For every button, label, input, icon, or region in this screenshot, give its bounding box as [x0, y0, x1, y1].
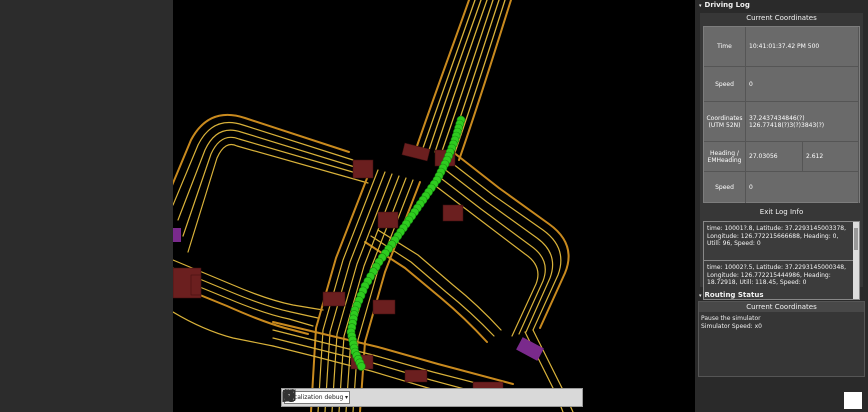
simulator-app: Localization debug ▾ ▾ Driving Log Curre… — [0, 0, 868, 412]
car-follow-button[interactable] — [283, 390, 410, 405]
routing-line: Simulator Speed: x0 — [701, 323, 762, 330]
map-view[interactable]: Localization debug ▾ — [173, 0, 695, 412]
state-key: Heading / EMHeading — [704, 142, 746, 172]
state-key: Speed — [704, 172, 746, 203]
collapse-arrow-icon: ▾ — [699, 293, 702, 299]
current-coordinates-title: Current Coordinates — [746, 14, 817, 22]
step-back-button[interactable] — [284, 389, 450, 405]
state-table: Time 10:41:01:37.42 PM 500 Speed 0 Coord… — [703, 26, 860, 203]
location-icon — [283, 390, 295, 401]
routing-status-text: Pause the simulator Simulator Speed: x0 — [699, 312, 864, 334]
right-panel: ▾ Driving Log Current Coordinates Time 10… — [695, 0, 868, 412]
routing-status-panel: Current Coordinates Pause the simulator … — [698, 301, 865, 377]
driving-log-header[interactable]: ▾ Driving Log — [695, 0, 868, 10]
left-gutter — [0, 0, 173, 412]
state-row-coordinates: Coordinates (UTM 52N) 37.2437434846(?) 1… — [704, 102, 859, 142]
state-row-time: Time 10:41:01:37.42 PM 500 — [704, 27, 859, 67]
state-value: 0 — [746, 172, 859, 203]
state-value: 0 — [746, 67, 859, 102]
state-value-group: 37.2437434846(?) 126.77418(?)3(?)3843(?) — [746, 102, 859, 142]
state-value-2: 2.612 — [803, 142, 859, 172]
state-row-heading: Heading / EMHeading 27.03056 2.612 — [704, 142, 859, 172]
corner-widget[interactable] — [844, 392, 862, 409]
driving-log-panel: Current Coordinates Time 10:41:01:37.42 … — [700, 13, 863, 300]
state-value: 37.2437434846(?) — [749, 114, 805, 122]
state-value: 10:41:01:37.42 PM 500 — [746, 27, 859, 67]
state-row-speed: Speed 0 — [704, 67, 859, 102]
state-key: Coordinates (UTM 52N) — [704, 102, 746, 142]
map-canvas[interactable] — [173, 0, 695, 412]
crosswalks — [173, 142, 504, 401]
routing-coordinates-title: Current Coordinates — [699, 302, 864, 312]
map-layer-button[interactable] — [283, 390, 530, 405]
scrollbar-thumb[interactable] — [854, 228, 858, 250]
map-button[interactable] — [282, 389, 370, 405]
state-value: 27.03056 — [746, 142, 803, 172]
pause-button[interactable] — [284, 389, 510, 405]
routing-status-header[interactable]: ▾ Routing Status — [695, 290, 868, 300]
exit-log-item: time: 10001?.8, Latitude: 37.22931450033… — [704, 222, 859, 261]
routing-status-title: Routing Status — [704, 291, 764, 299]
play-button[interactable] — [285, 389, 470, 405]
exit-log-title: Exit Log Info — [759, 208, 804, 216]
state-row-speed-2: Speed 0 — [704, 172, 859, 203]
collapse-arrow-icon: ▾ — [699, 3, 702, 9]
map-toolbar: Localization debug ▾ — [281, 388, 583, 407]
rewind-button[interactable] — [284, 389, 490, 405]
trajectory-point — [357, 362, 366, 371]
chevron-down-icon: ▾ — [344, 394, 348, 401]
state-key: Time — [704, 27, 746, 67]
state-key: Speed — [704, 67, 746, 102]
road-network — [173, 0, 574, 412]
driving-log-title: Driving Log — [704, 1, 750, 9]
location-button[interactable] — [283, 390, 550, 405]
exit-log-list[interactable]: time: 10001?.8, Latitude: 37.22931450033… — [703, 221, 860, 300]
state-value-2: 126.77418(?)3(?)3843(?) — [749, 121, 825, 129]
routing-line: Pause the simulator — [701, 315, 761, 322]
reset-rotation-button[interactable] — [283, 389, 430, 405]
car-view-button[interactable] — [283, 390, 390, 405]
exit-log-scrollbar[interactable] — [853, 222, 859, 299]
